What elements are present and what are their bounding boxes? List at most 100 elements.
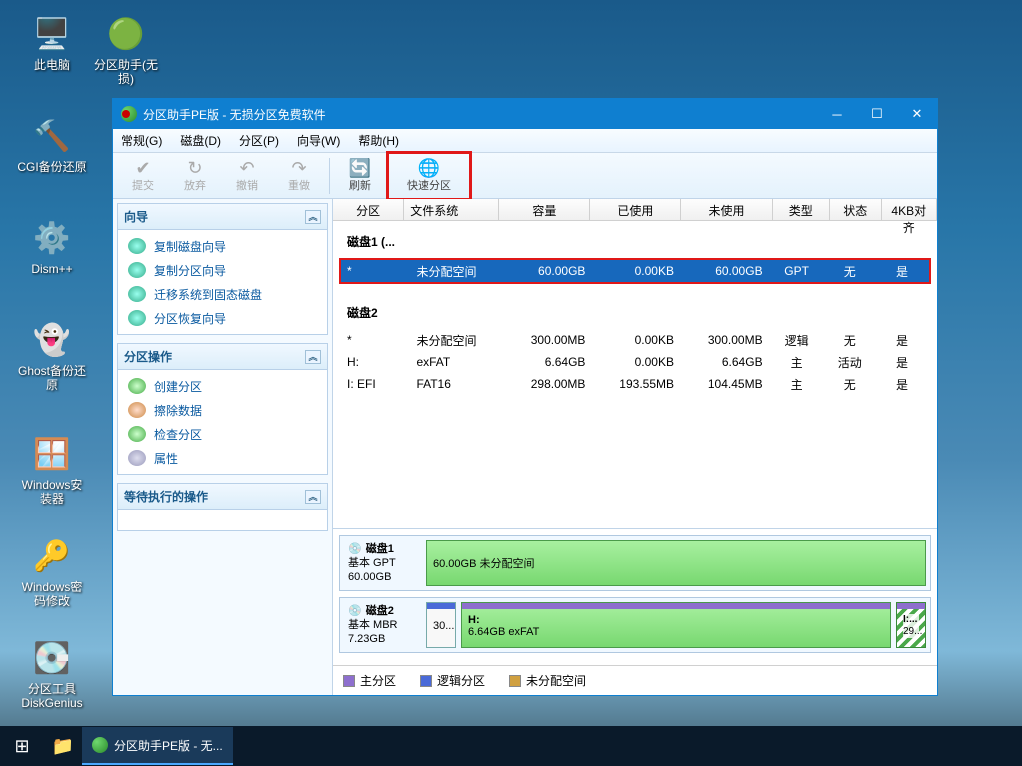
- disk-map-area: 💿磁盘1 基本 GPT 60.00GB 60.00GB 未分配空间 💿磁盘2 基…: [333, 529, 937, 665]
- disk2-title: 磁盘2: [333, 292, 937, 329]
- shield-icon: [128, 238, 146, 254]
- taskbar: ⊞ 📁 分区助手PE版 - 无...: [0, 726, 1022, 766]
- windows-icon: 🪟: [30, 432, 74, 476]
- col-unused[interactable]: 未使用: [681, 199, 772, 220]
- op-wipe-data[interactable]: 擦除数据: [118, 398, 327, 422]
- disk-icon: 💽: [30, 636, 74, 680]
- right-panel: 分区 文件系统 容量 已使用 未使用 类型 状态 4KB对齐 磁盘1 (... …: [333, 199, 937, 695]
- op-check-partition[interactable]: 检查分区: [118, 422, 327, 446]
- partition-block[interactable]: H:6.64GB exFAT: [461, 602, 891, 648]
- maximize-button[interactable]: ☐: [857, 99, 897, 129]
- partition-icon: 🟢: [104, 12, 148, 56]
- commit-button[interactable]: ✔提交: [117, 154, 169, 198]
- app-window: 分区助手PE版 - 无损分区免费软件 ─ ☐ ✕ 常规(G) 磁盘(D) 分区(…: [112, 98, 938, 696]
- wizard-copy-partition[interactable]: 复制分区向导: [118, 258, 327, 282]
- desktop-icon-cgi[interactable]: 🔨CGI备份还原: [16, 114, 88, 174]
- app-icon: [92, 737, 108, 753]
- shield-icon: [128, 286, 146, 302]
- col-4kb[interactable]: 4KB对齐: [882, 199, 937, 220]
- desktop-icon-dism[interactable]: ⚙️Dism++: [16, 216, 88, 276]
- desktop-icon-this-pc[interactable]: 🖥️此电脑: [16, 12, 88, 72]
- ghost-icon: 👻: [30, 318, 74, 362]
- file-explorer-button[interactable]: 📁: [44, 726, 82, 766]
- window-title: 分区助手PE版 - 无损分区免费软件: [143, 106, 326, 123]
- partition-row[interactable]: *未分配空间60.00GB0.00KB60.00GBGPT无是: [341, 260, 929, 282]
- refresh-button[interactable]: 🔄刷新: [334, 154, 386, 198]
- desktop-icon-diskgenius[interactable]: 💽分区工具DiskGenius: [16, 636, 88, 710]
- partition-row[interactable]: I: EFIFAT16298.00MB193.55MB104.45MB主无是: [341, 373, 929, 395]
- menu-help[interactable]: 帮助(H): [358, 132, 399, 149]
- collapse-icon[interactable]: ︽: [305, 350, 321, 364]
- disk-icon: 💿: [348, 542, 362, 556]
- wizard-recover-partition[interactable]: 分区恢复向导: [118, 306, 327, 330]
- shield-icon: [128, 262, 146, 278]
- erase-icon: [128, 402, 146, 418]
- gear-icon: ⚙️: [30, 216, 74, 260]
- menubar: 常规(G) 磁盘(D) 分区(P) 向导(W) 帮助(H): [113, 129, 937, 153]
- col-type[interactable]: 类型: [773, 199, 830, 220]
- legend-primary: 主分区: [343, 672, 396, 689]
- quick-partition-highlight: 🌐快速分区: [386, 151, 472, 201]
- ops-group: 分区操作︽ 创建分区 擦除数据 检查分区 属性: [117, 343, 328, 475]
- menu-disk[interactable]: 磁盘(D): [180, 132, 221, 149]
- legend-logical: 逻辑分区: [420, 672, 485, 689]
- wizard-copy-disk[interactable]: 复制磁盘向导: [118, 234, 327, 258]
- op-create-partition[interactable]: 创建分区: [118, 374, 327, 398]
- desktop-icon-ghost[interactable]: 👻Ghost备份还原: [16, 318, 88, 392]
- wizard-group: 向导 ︽ 复制磁盘向导 复制分区向导 迁移系统到固态磁盘 分区恢复向导: [117, 203, 328, 335]
- reload-icon: 🔄: [349, 159, 371, 177]
- desktop-icon-winpwd[interactable]: 🔑Windows密码修改: [16, 534, 88, 608]
- quick-partition-button[interactable]: 🌐快速分区: [389, 154, 469, 198]
- col-used[interactable]: 已使用: [590, 199, 681, 220]
- col-status[interactable]: 状态: [830, 199, 882, 220]
- refresh-icon: ↻: [187, 159, 202, 177]
- collapse-icon[interactable]: ︽: [305, 490, 321, 504]
- titlebar[interactable]: 分区助手PE版 - 无损分区免费软件 ─ ☐ ✕: [113, 99, 937, 129]
- disk-list: 磁盘1 (... *未分配空间60.00GB0.00KB60.00GBGPT无是…: [333, 221, 937, 529]
- column-header: 分区 文件系统 容量 已使用 未使用 类型 状态 4KB对齐: [333, 199, 937, 221]
- minimize-button[interactable]: ─: [817, 99, 857, 129]
- disk-info: 💿磁盘1 基本 GPT 60.00GB: [344, 540, 426, 586]
- disk1-title: 磁盘1 (...: [333, 221, 937, 258]
- desktop-icon-partition[interactable]: 🟢分区助手(无损): [90, 12, 162, 86]
- close-button[interactable]: ✕: [897, 99, 937, 129]
- toolbar: ✔提交 ↻放弃 ↶撤销 ↷重做 🔄刷新 🌐快速分区: [113, 153, 937, 199]
- legend: 主分区 逻辑分区 未分配空间: [333, 665, 937, 695]
- partition-row[interactable]: H:exFAT6.64GB0.00KB6.64GB主活动是: [341, 351, 929, 373]
- col-filesystem[interactable]: 文件系统: [404, 199, 499, 220]
- menu-wizard[interactable]: 向导(W): [297, 132, 340, 149]
- wizard-group-title: 向导: [124, 208, 148, 225]
- taskbar-app[interactable]: 分区助手PE版 - 无...: [82, 727, 233, 765]
- monitor-icon: 🖥️: [30, 12, 74, 56]
- partition-block[interactable]: 60.00GB 未分配空间: [426, 540, 926, 586]
- discard-button[interactable]: ↻放弃: [169, 154, 221, 198]
- disk-map-2[interactable]: 💿磁盘2 基本 MBR 7.23GB 30... H:6.64GB exFAT …: [339, 597, 931, 653]
- start-button[interactable]: ⊞: [0, 726, 44, 766]
- partition-block[interactable]: 30...: [426, 602, 456, 648]
- collapse-icon[interactable]: ︽: [305, 210, 321, 224]
- pending-group: 等待执行的操作︽: [117, 483, 328, 531]
- key-icon: 🔑: [30, 534, 74, 578]
- col-capacity[interactable]: 容量: [499, 199, 590, 220]
- check-icon: ✔: [135, 159, 150, 177]
- plus-icon: [128, 378, 146, 394]
- desktop-icon-wininstall[interactable]: 🪟Windows安装器: [16, 432, 88, 506]
- hammer-icon: 🔨: [30, 114, 74, 158]
- legend-unallocated: 未分配空间: [509, 672, 586, 689]
- menu-general[interactable]: 常规(G): [121, 132, 162, 149]
- undo-button[interactable]: ↶撤销: [221, 154, 273, 198]
- shield-icon: [128, 310, 146, 326]
- disk-map-1[interactable]: 💿磁盘1 基本 GPT 60.00GB 60.00GB 未分配空间: [339, 535, 931, 591]
- undo-icon: ↶: [239, 159, 254, 177]
- redo-button[interactable]: ↷重做: [273, 154, 325, 198]
- check-icon: [128, 426, 146, 442]
- menu-partition[interactable]: 分区(P): [239, 132, 279, 149]
- globe-icon: 🌐: [418, 159, 440, 177]
- op-properties[interactable]: 属性: [118, 446, 327, 470]
- redo-icon: ↷: [291, 159, 306, 177]
- wizard-migrate-ssd[interactable]: 迁移系统到固态磁盘: [118, 282, 327, 306]
- col-partition[interactable]: 分区: [333, 199, 404, 220]
- partition-row[interactable]: *未分配空间300.00MB0.00KB300.00MB逻辑无是: [341, 329, 929, 351]
- partition-block[interactable]: I:...29...: [896, 602, 926, 648]
- app-icon: [121, 106, 137, 122]
